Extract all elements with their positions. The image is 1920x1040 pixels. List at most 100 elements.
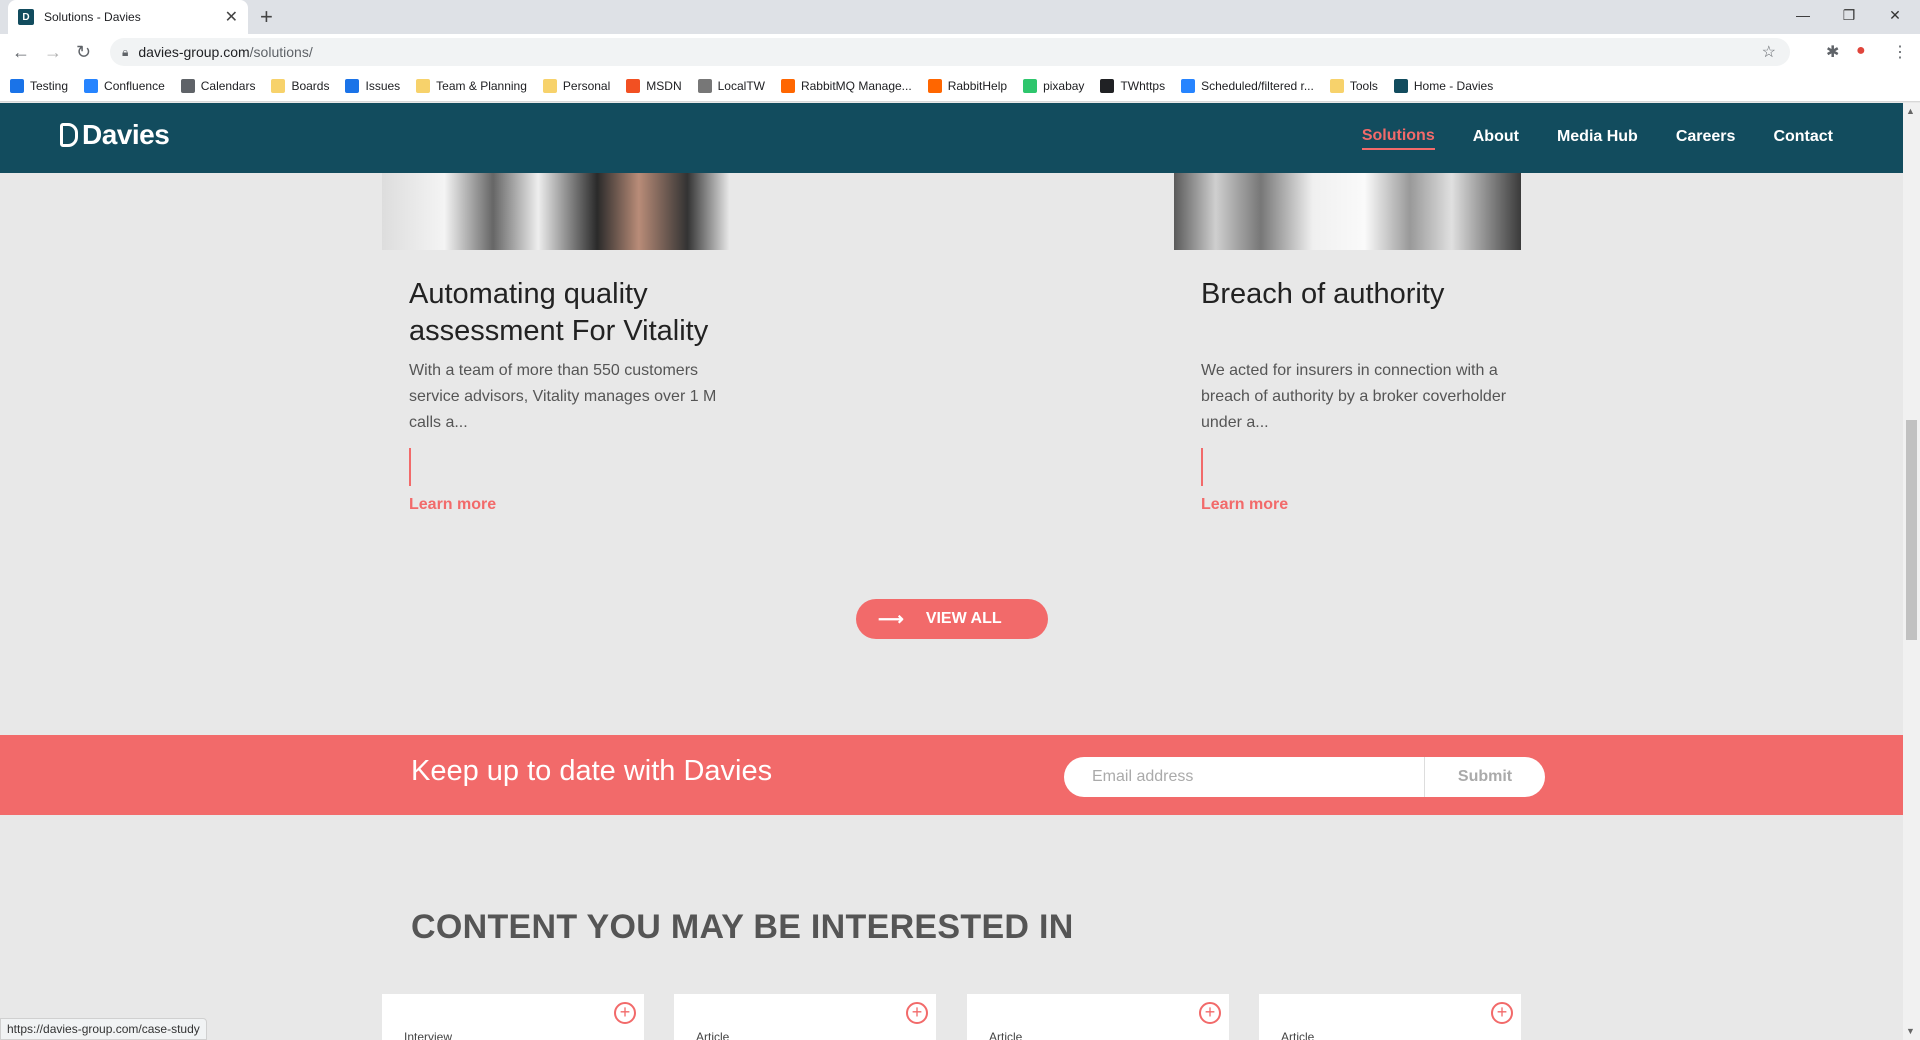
bookmark-label: RabbitHelp	[947, 78, 1008, 93]
davies-favicon-icon: D	[18, 9, 34, 25]
bookmark-label: Personal	[562, 78, 611, 93]
case-study-image[interactable]	[382, 173, 729, 250]
card-divider	[409, 448, 411, 486]
bookmark-icon	[271, 78, 286, 93]
reload-icon[interactable]: ↻	[76, 42, 91, 63]
bookmark-icon	[345, 78, 360, 93]
bookmark-icon	[84, 78, 99, 93]
content-type-label: Interview	[404, 1030, 453, 1040]
view-all-button[interactable]: ⟶ VIEW ALL	[856, 599, 1048, 639]
plus-circle-icon[interactable]: +	[1491, 1002, 1513, 1024]
address-bar[interactable]: 🔒︎ davies-group.com/solutions/ ☆	[110, 38, 1790, 66]
forward-icon[interactable]: →	[44, 42, 62, 63]
close-window-icon[interactable]: ✕	[1872, 0, 1918, 30]
case-study-image[interactable]	[1174, 173, 1521, 250]
extensions-icon[interactable]: ✱	[1826, 42, 1839, 62]
nav-contact[interactable]: Contact	[1773, 128, 1833, 149]
bookmark-star-icon[interactable]: ☆	[1762, 42, 1776, 62]
content-type-label: Article	[1281, 1030, 1315, 1040]
main-nav: Solutions About Media Hub Careers Contac…	[1324, 103, 1833, 173]
bookmark-icon	[542, 78, 557, 93]
content-card[interactable]: + Article	[674, 994, 936, 1040]
restore-icon[interactable]: ❐	[1826, 0, 1872, 30]
bookmark-label: Issues	[365, 78, 401, 93]
content-card[interactable]: + Interview	[382, 994, 644, 1040]
bookmark-label: Home - Davies	[1413, 78, 1494, 93]
bookmark-item[interactable]: MSDN	[626, 78, 682, 93]
bookmark-item[interactable]: Confluence	[84, 78, 165, 93]
tab-close-icon[interactable]: ✕	[225, 7, 238, 27]
bookmark-label: MSDN	[646, 78, 682, 93]
bookmark-label: Confluence	[104, 78, 165, 93]
nav-about[interactable]: About	[1473, 128, 1519, 149]
bookmark-item[interactable]: RabbitHelp	[927, 78, 1008, 93]
case-study-description: With a team of more than 550 customers s…	[409, 362, 717, 431]
scroll-up-icon[interactable]: ▲	[1906, 106, 1915, 116]
url-host: davies-group.com	[138, 44, 250, 60]
bookmark-item[interactable]: Personal	[542, 78, 611, 93]
submit-button[interactable]: Submit	[1424, 757, 1545, 797]
bookmark-icon	[1181, 78, 1196, 93]
bookmark-item[interactable]: RabbitMQ Manage...	[780, 78, 912, 93]
nav-media-hub[interactable]: Media Hub	[1557, 128, 1638, 149]
arrow-right-icon: ⟶	[878, 608, 904, 629]
site-header: Davies Solutions About Media Hub Careers…	[0, 103, 1903, 173]
browser-toolbar: ← → ↻ 🔒︎ davies-group.com/solutions/ ☆	[0, 34, 1920, 70]
bookmark-label: Testing	[30, 78, 69, 93]
bookmark-icon	[1023, 78, 1038, 93]
bookmark-icon	[1329, 78, 1344, 93]
bookmark-icon	[180, 78, 195, 93]
davies-logo[interactable]: Davies	[60, 119, 170, 151]
plus-circle-icon[interactable]: +	[1199, 1002, 1221, 1024]
bookmark-item[interactable]: pixabay	[1023, 78, 1085, 93]
case-study-title[interactable]: Breach of authority	[1201, 276, 1521, 313]
section-heading: CONTENT YOU MAY BE INTERESTED IN	[411, 908, 1074, 946]
plus-circle-icon[interactable]: +	[906, 1002, 928, 1024]
url-path: /solutions/	[249, 44, 313, 60]
content-card[interactable]: + Article	[1259, 994, 1521, 1040]
learn-more-link[interactable]: Learn more	[1201, 496, 1288, 514]
scroll-down-icon[interactable]: ▼	[1906, 1026, 1915, 1036]
browser-tabstrip: D Solutions - Davies ✕ + — ❐ ✕	[0, 0, 1920, 34]
email-field[interactable]	[1064, 757, 1424, 797]
bookmark-item[interactable]: TWhttps	[1100, 78, 1166, 93]
bookmark-item[interactable]: Boards	[271, 78, 330, 93]
bookmark-icon	[1393, 78, 1408, 93]
nav-solutions[interactable]: Solutions	[1361, 127, 1435, 150]
bookmark-item[interactable]: Home - Davies	[1393, 78, 1494, 93]
lock-icon: 🔒︎	[122, 44, 129, 59]
bookmark-label: Tools	[1349, 78, 1378, 93]
back-icon[interactable]: ←	[12, 42, 30, 63]
bookmark-label: Calendars	[200, 78, 256, 93]
content-card[interactable]: + Article	[967, 994, 1229, 1040]
bookmark-item[interactable]: Team & Planning	[416, 78, 527, 93]
bookmark-item[interactable]: Testing	[10, 78, 69, 93]
bookmark-label: TWhttps	[1120, 78, 1166, 93]
new-tab-icon[interactable]: +	[260, 4, 273, 30]
newsletter-banner: Keep up to date with Davies Submit	[0, 735, 1903, 815]
bookmark-item[interactable]: Tools	[1329, 78, 1378, 93]
case-study-title[interactable]: Automating quality assessment For Vitali…	[409, 276, 729, 350]
browser-tab[interactable]: D Solutions - Davies ✕	[8, 0, 248, 34]
nav-careers[interactable]: Careers	[1676, 128, 1736, 149]
content-type-label: Article	[696, 1030, 730, 1040]
case-study-description: We acted for insurers in connection with…	[1201, 362, 1507, 431]
bookmark-label: pixabay	[1043, 78, 1085, 93]
plus-circle-icon[interactable]: +	[614, 1002, 636, 1024]
profile-icon[interactable]: ●	[1856, 42, 1866, 60]
bookmark-item[interactable]: LocalTW	[697, 78, 765, 93]
scrollbar-thumb[interactable]	[1906, 420, 1917, 640]
minimize-icon[interactable]: —	[1780, 0, 1826, 30]
bookmark-item[interactable]: Issues	[345, 78, 401, 93]
bookmark-label: Boards	[291, 78, 330, 93]
bookmark-item[interactable]: Scheduled/filtered r...	[1181, 78, 1314, 93]
bookmark-icon	[626, 78, 641, 93]
bookmark-label: RabbitMQ Manage...	[800, 78, 912, 93]
bookmark-label: Team & Planning	[436, 78, 527, 93]
menu-kebab-icon[interactable]: ⋮	[1892, 42, 1908, 62]
bookmark-label: LocalTW	[717, 78, 765, 93]
bookmark-icon	[780, 78, 795, 93]
bookmark-icon	[416, 78, 431, 93]
bookmark-item[interactable]: Calendars	[180, 78, 256, 93]
learn-more-link[interactable]: Learn more	[409, 496, 496, 514]
